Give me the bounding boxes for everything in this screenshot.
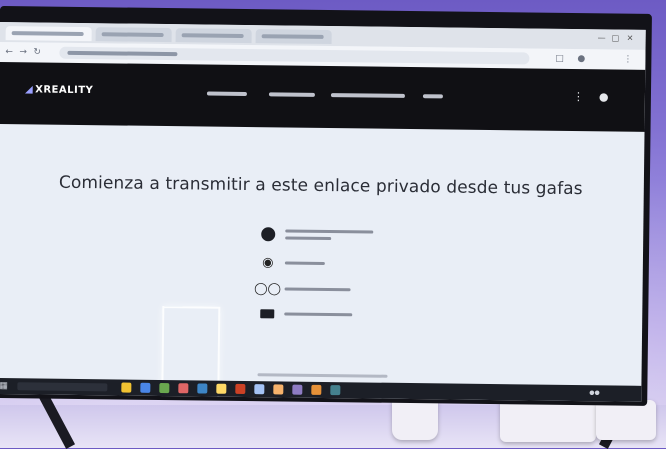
monitor-screen: — □ ✕ ← → ↻ □ ● ⋮ ◢ XREALITY ⋮ ● Comienza…: [0, 21, 646, 402]
taskbar-app-icon[interactable]: [292, 384, 303, 395]
back-icon[interactable]: ←: [5, 47, 13, 57]
start-icon[interactable]: ▦: [0, 381, 8, 391]
taskbar-app-icon[interactable]: [140, 382, 151, 393]
menu-icon[interactable]: ⋮: [623, 55, 632, 65]
step-item: [259, 225, 399, 249]
step-text: [284, 261, 325, 265]
step-text: [285, 229, 374, 234]
step-item: [258, 304, 398, 328]
footer-hint: [257, 373, 388, 378]
browser-tab[interactable]: [255, 29, 332, 45]
site-header: ◢ XREALITY ⋮ ●: [0, 61, 646, 132]
minimize-icon[interactable]: —: [598, 33, 606, 42]
tray-clock-icon: ●●: [589, 389, 600, 397]
taskbar-app-icon[interactable]: [254, 384, 265, 395]
logo-mark-icon: ◢: [24, 84, 34, 96]
account-icon[interactable]: ●: [599, 90, 609, 103]
forward-icon[interactable]: →: [19, 47, 27, 57]
site-logo[interactable]: ◢ XREALITY: [25, 84, 93, 96]
browser-tab[interactable]: [5, 26, 92, 42]
maximize-icon[interactable]: □: [612, 33, 620, 42]
circle-icon: [259, 225, 277, 243]
tab-label: [11, 31, 84, 37]
desk-device: [596, 400, 656, 440]
taskbar: ▦ ●●: [0, 377, 642, 402]
taskbar-app-icon[interactable]: [159, 382, 170, 394]
page-heading: Comienza a transmitir a este enlace priv…: [58, 172, 583, 200]
url-input[interactable]: [59, 46, 530, 65]
screen-icon: [258, 304, 276, 322]
tab-label: [181, 33, 244, 38]
close-icon[interactable]: ✕: [627, 34, 634, 43]
taskbar-app-icon[interactable]: [121, 382, 132, 393]
step-text: [284, 287, 351, 292]
step-text: [284, 312, 353, 317]
glasses-icon: ◯◯: [254, 281, 282, 296]
camera-icon: ◉: [262, 254, 274, 270]
site-logo-text: XREALITY: [35, 84, 94, 97]
extensions-icon[interactable]: □: [555, 54, 564, 64]
taskbar-app-icon[interactable]: [235, 383, 246, 395]
reload-icon[interactable]: ↻: [33, 47, 41, 57]
nav-item[interactable]: [422, 94, 443, 99]
nav-item[interactable]: [268, 92, 315, 97]
taskbar-app-icon[interactable]: [197, 383, 208, 394]
browser-tab[interactable]: [95, 27, 172, 43]
taskbar-search[interactable]: [17, 382, 108, 392]
monitor: — □ ✕ ← → ↻ □ ● ⋮ ◢ XREALITY ⋮ ● Comienza…: [0, 6, 652, 406]
step-text: [285, 236, 332, 241]
taskbar-app-icon[interactable]: [216, 383, 227, 394]
tab-label: [261, 34, 324, 39]
tab-label: [101, 32, 164, 38]
nav-item[interactable]: [330, 93, 405, 98]
taskbar-app-icon[interactable]: [273, 384, 284, 395]
taskbar-app-icon[interactable]: [311, 384, 322, 395]
taskbar-app-icon[interactable]: [330, 385, 341, 396]
profile-icon[interactable]: ●: [577, 54, 585, 64]
step-item: ◯◯: [254, 279, 398, 303]
step-item: ◉: [259, 253, 399, 277]
url-text: [67, 50, 178, 57]
browser-tab[interactable]: [175, 28, 252, 44]
search-icon[interactable]: ⋮: [573, 90, 584, 103]
taskbar-app-icon[interactable]: [178, 383, 189, 394]
nav-item[interactable]: [206, 91, 247, 97]
